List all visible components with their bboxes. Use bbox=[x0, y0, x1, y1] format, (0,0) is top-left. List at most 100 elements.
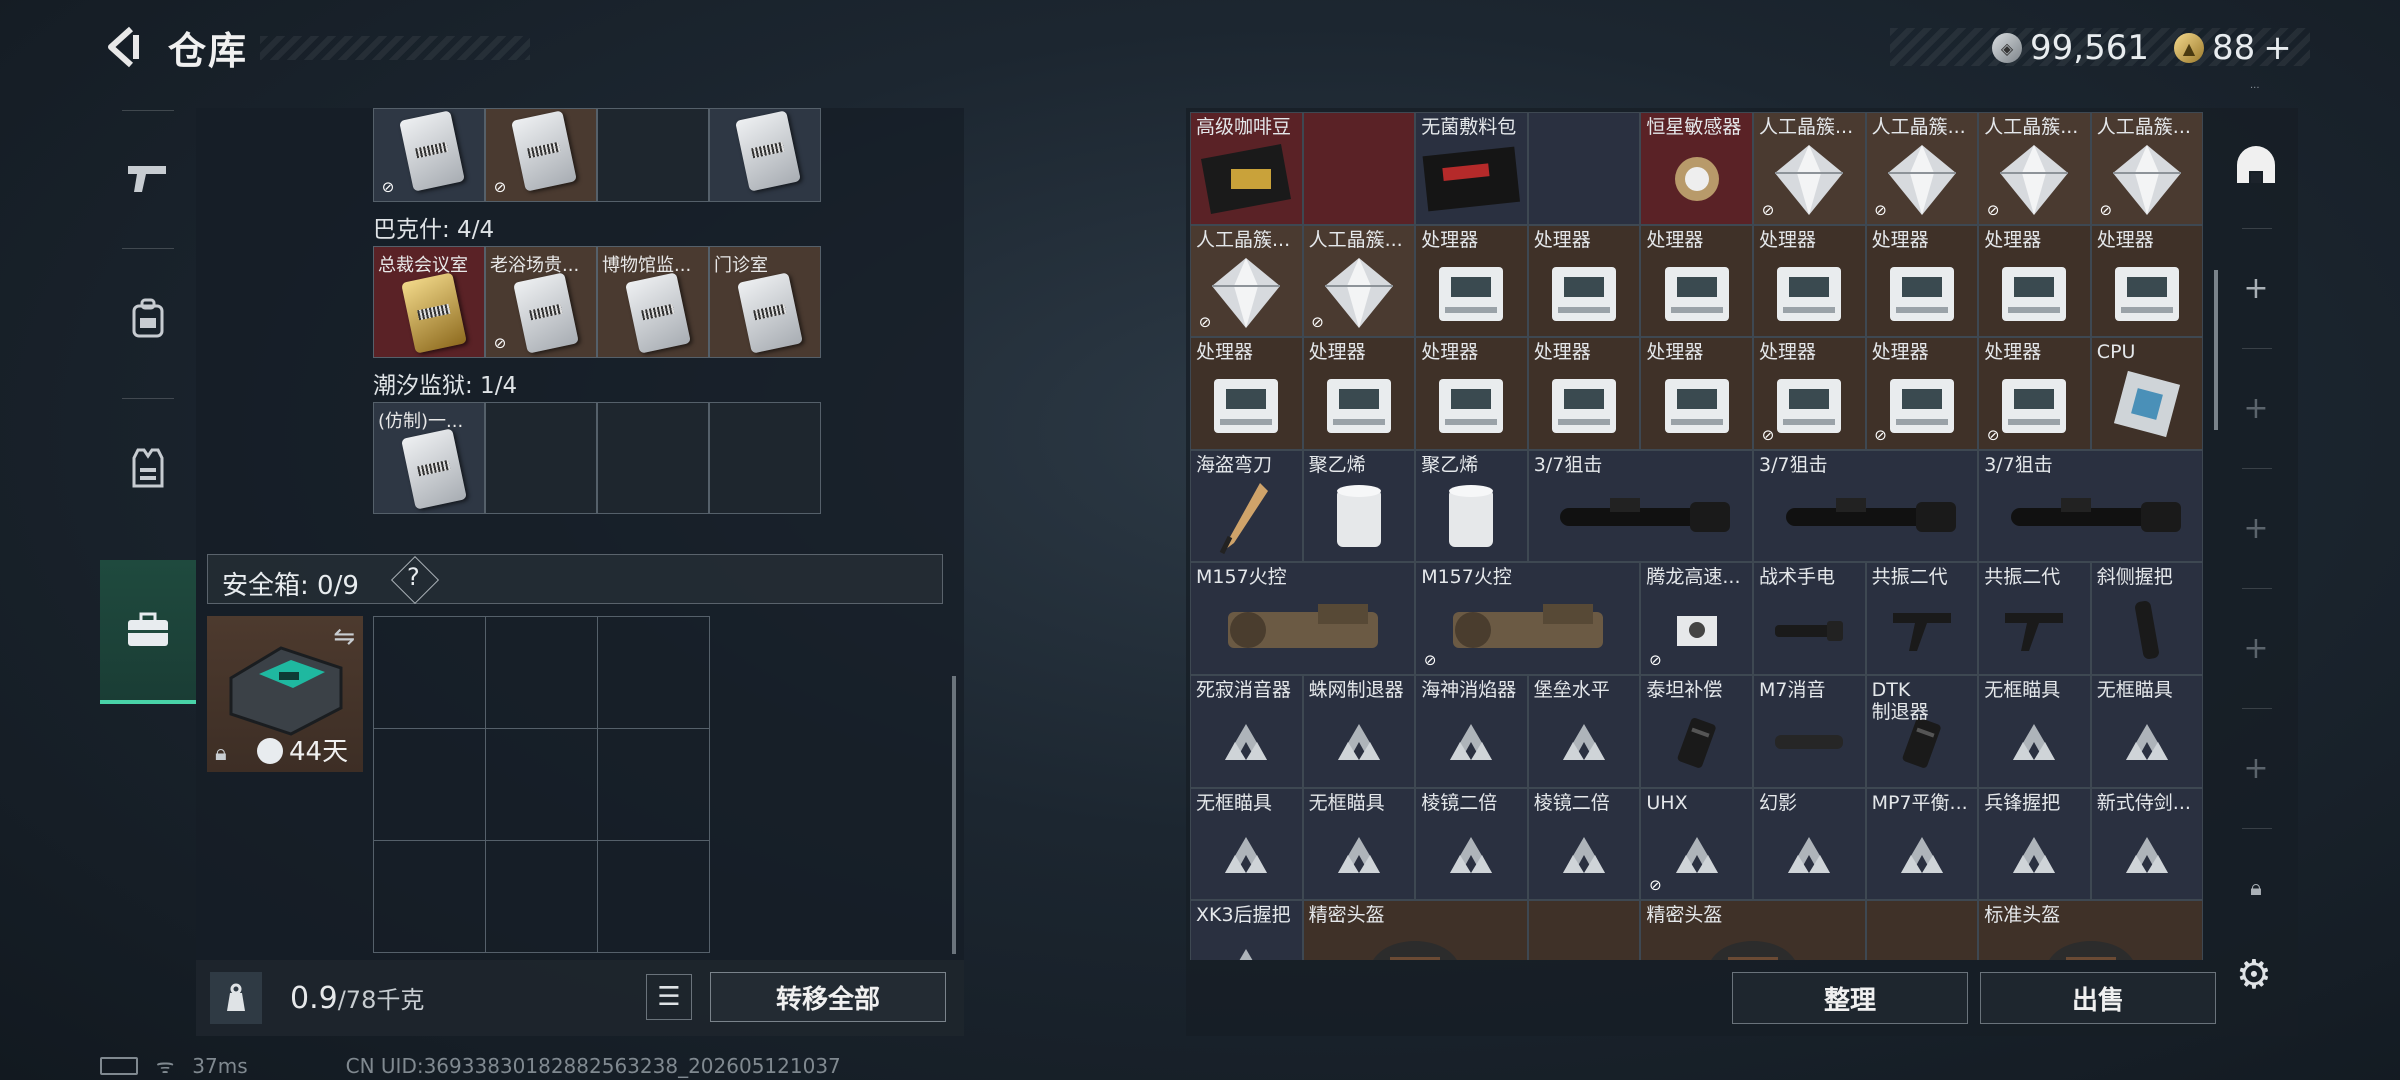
inventory-item[interactable]: 蛛网制退器 bbox=[1302, 675, 1416, 788]
safe-slot[interactable] bbox=[597, 728, 710, 841]
sort-button[interactable]: 整理 bbox=[1732, 972, 1968, 1024]
safe-box-item[interactable]: ⇋ 🔒︎ 44天 bbox=[207, 616, 363, 772]
inventory-item[interactable]: MP7平衡... bbox=[1865, 787, 1979, 901]
inventory-item[interactable]: 共振二代 bbox=[1978, 562, 2091, 675]
inventory-item[interactable]: 人工晶簇... ⊘ bbox=[1865, 112, 1979, 225]
inventory-item[interactable]: 斜侧握把 bbox=[2090, 562, 2204, 675]
empty-slot[interactable] bbox=[597, 402, 709, 514]
inventory-item[interactable]: 处理器 bbox=[1415, 224, 1528, 338]
inventory-item[interactable]: 棱镜二倍 bbox=[1527, 787, 1641, 901]
list-view-button[interactable]: ☰ bbox=[646, 974, 692, 1020]
inventory-item[interactable]: 精密头盔 bbox=[1302, 900, 1528, 960]
add-gold-icon[interactable]: + bbox=[2263, 28, 2292, 68]
inventory-item[interactable]: DTK 制退器 bbox=[1865, 675, 1979, 788]
tab-add-5[interactable]: + bbox=[2214, 708, 2298, 828]
inventory-item[interactable]: 聚乙烯 bbox=[1302, 449, 1416, 563]
inventory-item[interactable]: 处理器 bbox=[1302, 337, 1416, 450]
keycard-slot[interactable]: (仿制)一... bbox=[373, 402, 485, 514]
inventory-item[interactable]: 人工晶簇... ⊘ bbox=[1978, 112, 2091, 225]
inventory-item[interactable]: 新式侍剑... bbox=[2090, 787, 2204, 901]
swap-icon[interactable]: ⇋ bbox=[333, 622, 355, 652]
inventory-item[interactable]: 处理器 bbox=[1753, 224, 1866, 338]
inventory-item[interactable]: 共振二代 bbox=[1865, 562, 1979, 675]
inventory-item[interactable]: M157火控 bbox=[1190, 562, 1416, 675]
inventory-item[interactable]: 处理器 bbox=[1865, 224, 1979, 338]
inventory-item[interactable]: 处理器 bbox=[2090, 224, 2204, 338]
gold-currency[interactable]: ▲ 88 + bbox=[2174, 28, 2292, 68]
inventory-item[interactable]: M157火控 ⊘ bbox=[1415, 562, 1641, 675]
safe-slot[interactable] bbox=[373, 728, 486, 841]
safe-slot[interactable] bbox=[485, 840, 598, 953]
inventory-item[interactable]: 无菌敷料包 bbox=[1415, 112, 1528, 225]
help-icon[interactable]: ? bbox=[407, 563, 420, 591]
safe-slot[interactable] bbox=[597, 840, 710, 953]
inventory-item[interactable]: 人工晶簇... ⊘ bbox=[1753, 112, 1866, 225]
inventory-item[interactable]: 3/7狙击 bbox=[1753, 449, 1979, 563]
safe-slot[interactable] bbox=[485, 616, 598, 729]
inventory-item[interactable]: 处理器 ⊘ bbox=[1978, 337, 2091, 450]
safe-slot[interactable] bbox=[373, 616, 486, 729]
inventory-item[interactable] bbox=[1527, 900, 1641, 960]
nav-safebox[interactable] bbox=[100, 560, 196, 704]
empty-slot[interactable] bbox=[709, 402, 821, 514]
inventory-item[interactable]: 人工晶簇... ⊘ bbox=[1190, 224, 1303, 338]
transfer-all-button[interactable]: 转移全部 bbox=[710, 972, 946, 1022]
inventory-item[interactable] bbox=[1527, 112, 1641, 225]
inventory-item[interactable]: 堡垒水平 bbox=[1527, 675, 1641, 788]
inventory-item[interactable]: 死寂消音器 bbox=[1190, 675, 1303, 788]
inventory-item[interactable]: 无框瞄具 bbox=[1978, 675, 2091, 788]
inventory-item[interactable]: 精密头盔 bbox=[1640, 900, 1866, 960]
inventory-item[interactable]: 3/7狙击 bbox=[1527, 449, 1753, 563]
empty-slot[interactable] bbox=[485, 402, 597, 514]
settings-button[interactable]: ⚙ bbox=[2236, 952, 2280, 998]
inventory-item[interactable]: 处理器 bbox=[1415, 337, 1528, 450]
sell-button[interactable]: 出售 bbox=[1980, 972, 2216, 1024]
keycard-slot[interactable]: 总裁会议室 bbox=[373, 246, 485, 358]
keycard-slot[interactable]: ⊘ bbox=[485, 108, 597, 202]
inventory-item[interactable]: 高级咖啡豆 bbox=[1190, 112, 1303, 225]
inventory-item[interactable]: 腾龙高速... ⊘ bbox=[1640, 562, 1753, 675]
keycard-slot[interactable]: 门诊室 bbox=[709, 246, 821, 358]
inventory-item[interactable]: 处理器 bbox=[1527, 337, 1641, 450]
tab-add-2[interactable]: + bbox=[2214, 348, 2298, 468]
inventory-item[interactable]: 标准头盔 bbox=[1978, 900, 2204, 960]
tab-add-4[interactable]: + bbox=[2214, 588, 2298, 708]
inventory-item[interactable] bbox=[1302, 112, 1416, 225]
inventory-item[interactable]: 处理器 ⊘ bbox=[1753, 337, 1866, 450]
tab-locked[interactable]: 🔒︎ bbox=[2214, 848, 2298, 928]
back-button[interactable] bbox=[98, 22, 148, 72]
keycard-slot[interactable]: ⊘ bbox=[373, 108, 485, 202]
inventory-item[interactable]: 无框瞄具 bbox=[1302, 787, 1416, 901]
tab-add-3[interactable]: + bbox=[2214, 468, 2298, 588]
safe-slot[interactable] bbox=[485, 728, 598, 841]
inventory-item[interactable] bbox=[1865, 900, 1979, 960]
inventory-item[interactable]: 处理器 ⊘ bbox=[1865, 337, 1979, 450]
inventory-item[interactable]: 海神消焰器 bbox=[1415, 675, 1528, 788]
keycard-slot[interactable]: 老浴场贵... ⊘ bbox=[485, 246, 597, 358]
inventory-item[interactable]: 幻影 bbox=[1753, 787, 1866, 901]
inventory-item[interactable]: 棱镜二倍 bbox=[1415, 787, 1528, 901]
inventory-item[interactable]: 处理器 bbox=[1190, 337, 1303, 450]
keycard-slot[interactable] bbox=[709, 108, 821, 202]
nav-vest[interactable] bbox=[100, 398, 196, 538]
inventory-item[interactable]: 海盗弯刀 bbox=[1190, 449, 1303, 563]
inventory-item[interactable]: UHX ⊘ bbox=[1640, 787, 1753, 901]
nav-weapons[interactable] bbox=[100, 108, 196, 248]
safe-slot[interactable] bbox=[373, 840, 486, 953]
tab-warehouse-main[interactable] bbox=[2214, 108, 2298, 228]
inventory-item[interactable]: 泰坦补偿 bbox=[1640, 675, 1753, 788]
inventory-item[interactable]: 3/7狙击 bbox=[1978, 449, 2204, 563]
inventory-item[interactable]: 战术手电 bbox=[1753, 562, 1866, 675]
empty-slot[interactable] bbox=[597, 108, 709, 202]
inventory-item[interactable]: 处理器 bbox=[1640, 224, 1753, 338]
inventory-item[interactable]: 聚乙烯 bbox=[1415, 449, 1528, 563]
inventory-item[interactable]: 处理器 bbox=[1527, 224, 1641, 338]
inventory-item[interactable]: 无框瞄具 bbox=[1190, 787, 1303, 901]
keycard-slot[interactable]: 博物馆监... bbox=[597, 246, 709, 358]
tab-add-1[interactable]: + bbox=[2214, 228, 2298, 348]
inventory-item[interactable]: M7消音 bbox=[1753, 675, 1866, 788]
left-scrollbar[interactable] bbox=[952, 676, 956, 954]
nav-backpack[interactable] bbox=[100, 248, 196, 388]
safe-slot[interactable] bbox=[597, 616, 710, 729]
inventory-item[interactable]: 处理器 bbox=[1978, 224, 2091, 338]
